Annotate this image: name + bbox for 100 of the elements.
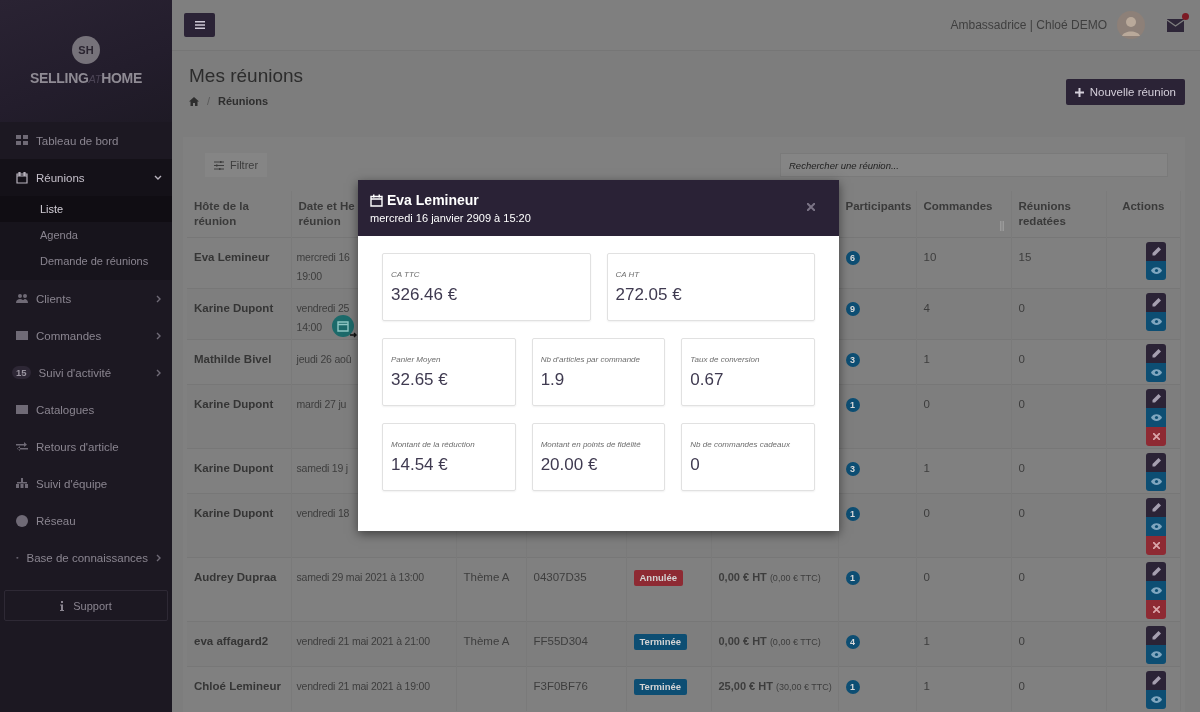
view-button[interactable] <box>1146 261 1166 280</box>
edit-button[interactable] <box>1146 453 1166 472</box>
chevron-right-icon <box>156 553 162 562</box>
table-cell: 0 <box>923 571 930 583</box>
table-cell: 1 <box>923 462 930 474</box>
count-badge: 1 <box>845 571 860 585</box>
edit-button[interactable] <box>1146 344 1166 363</box>
new-meeting-button[interactable]: Nouvelle réunion <box>1065 79 1185 105</box>
nav-item[interactable]: Suivi d'équipe <box>0 465 172 502</box>
edit-button[interactable] <box>1146 242 1166 261</box>
pencil-icon <box>1151 676 1161 685</box>
chevron-right-icon <box>156 331 162 340</box>
menu-item-icon <box>16 403 28 416</box>
menu-button[interactable] <box>184 13 215 37</box>
submenu-item[interactable]: Demande de réunions <box>0 248 172 274</box>
close-icon[interactable] <box>807 203 815 211</box>
eye-icon <box>1150 587 1162 594</box>
page-title: Mes réunions <box>189 65 304 87</box>
search-field[interactable]: Rechercher une réunion... <box>780 153 1168 177</box>
eye-icon <box>1150 651 1162 658</box>
view-button[interactable] <box>1146 581 1166 600</box>
table-cell: 0 <box>1018 507 1025 519</box>
chevron-down-icon <box>154 174 162 181</box>
dialog-title: Eva Lemineur <box>387 192 479 208</box>
date-text: 14:00 <box>296 320 322 335</box>
nav-item[interactable]: Retours d'article <box>0 428 172 465</box>
table-cell: Thème A <box>463 571 510 583</box>
column-header[interactable]: Participants <box>845 199 909 214</box>
column-header[interactable]: Réunions redatées <box>1018 199 1099 229</box>
stat-label: CA HT <box>615 269 641 279</box>
stat-value: 32.65 € <box>391 369 449 390</box>
user-role-name[interactable]: Ambassadrice | Chloé DEMO <box>950 18 1107 32</box>
table-cell: 15 <box>1018 251 1032 263</box>
info-icon <box>60 600 65 611</box>
menu-item-icon <box>16 329 28 342</box>
table-cell: 0 <box>1018 398 1025 410</box>
column-header[interactable]: Hôte de la réunion <box>194 199 284 229</box>
delete-button[interactable] <box>1146 600 1166 619</box>
date-text: vendredi 25 <box>296 301 350 316</box>
eye-icon <box>1150 318 1162 325</box>
home-icon[interactable] <box>189 96 199 106</box>
nav-item[interactable]: Commandes <box>0 317 172 354</box>
nav-item[interactable]: Catalogues <box>0 391 172 428</box>
edit-button[interactable] <box>1146 389 1166 408</box>
table-cell: 0 <box>923 398 930 410</box>
nav-item[interactable]: Réunions <box>0 159 172 196</box>
column-header[interactable]: Commandes <box>923 199 1004 214</box>
table-cell: eva affagard2 <box>187 621 291 667</box>
count-badge: 4 <box>845 635 860 649</box>
menu-item-icon <box>16 292 28 305</box>
stat-label: Montant en points de fidélité <box>540 439 642 449</box>
view-button[interactable] <box>1146 690 1166 709</box>
eye-icon <box>1150 267 1162 274</box>
count-badge: 1 <box>845 507 860 521</box>
eye-icon <box>1150 523 1162 530</box>
delete-button[interactable] <box>1146 427 1166 446</box>
date-text: samedi 29 mai 2021 à 13:00 <box>296 570 424 585</box>
table-cell: Karine Dupont <box>187 493 291 558</box>
count-badge: 15 <box>12 366 31 379</box>
edit-button[interactable] <box>1146 293 1166 312</box>
stat-label: Montant de la réduction <box>391 439 476 449</box>
view-button[interactable] <box>1146 363 1166 382</box>
nav-item[interactable]: Tableau de bord <box>0 122 172 159</box>
edit-button[interactable] <box>1146 626 1166 645</box>
nav-item[interactable]: Clients <box>0 280 172 317</box>
view-button[interactable] <box>1146 312 1166 331</box>
eye-icon <box>1150 369 1162 376</box>
table-cell: 1 <box>923 353 930 365</box>
view-button[interactable] <box>1146 645 1166 664</box>
menu-item-icon <box>16 514 28 527</box>
eye-icon <box>1150 414 1162 421</box>
mail-icon[interactable] <box>1167 18 1184 32</box>
date-text: vendredi 18 <box>296 506 350 521</box>
table-cell: 0 <box>1018 635 1025 647</box>
calendar-icon[interactable] <box>331 315 358 339</box>
table-cell: Thème A <box>463 635 510 647</box>
edit-button[interactable] <box>1146 671 1166 690</box>
table-cell: 10 <box>923 251 937 263</box>
sliders-icon <box>214 160 224 170</box>
filter-button[interactable]: Filtrer <box>205 153 268 177</box>
view-button[interactable] <box>1146 472 1166 491</box>
view-button[interactable] <box>1146 517 1166 536</box>
edit-button[interactable] <box>1146 498 1166 517</box>
delete-button[interactable] <box>1146 536 1166 555</box>
stat-label: CA TTC <box>391 269 421 279</box>
nav-item[interactable]: Base de connaissances <box>0 539 172 576</box>
nav-item[interactable]: Réseau <box>0 502 172 539</box>
view-button[interactable] <box>1146 408 1166 427</box>
column-header[interactable]: Actions <box>1113 199 1173 214</box>
edit-button[interactable] <box>1146 562 1166 581</box>
pencil-icon <box>1151 503 1161 512</box>
date-text: vendredi 21 mai 2021 à 19:00 <box>296 679 430 694</box>
nav-item[interactable]: 15 Suivi d'activité <box>0 354 172 391</box>
pencil-icon <box>1151 349 1161 358</box>
count-badge: 6 <box>845 251 860 265</box>
submenu-item[interactable]: Liste <box>0 196 172 222</box>
submenu-item[interactable]: Agenda <box>0 222 172 248</box>
stat-value: 272.05 € <box>615 284 683 305</box>
support-button[interactable]: Support <box>4 590 168 621</box>
stat-value: 1.9 <box>540 369 566 390</box>
